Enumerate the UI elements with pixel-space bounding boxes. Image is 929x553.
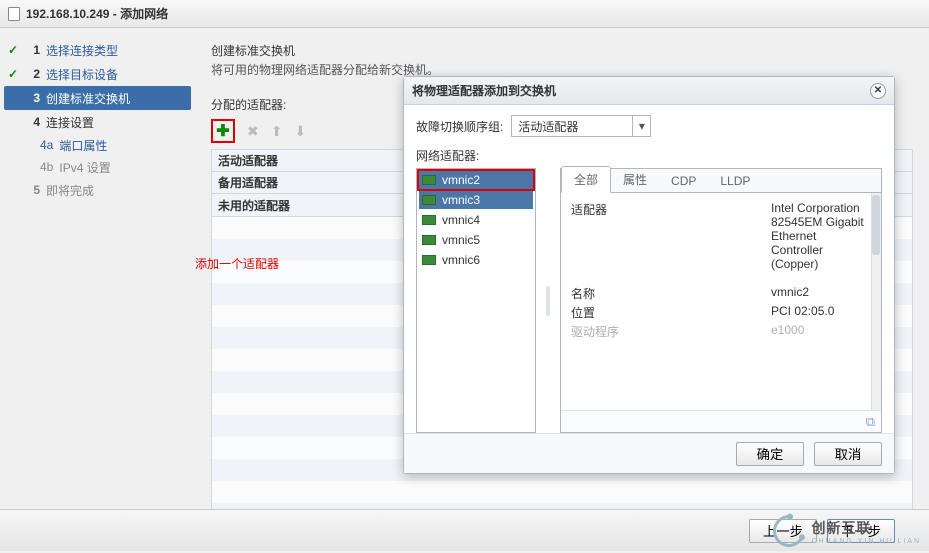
chevron-down-icon: ▾ xyxy=(632,116,650,136)
dialog-header[interactable]: 将物理适配器添加到交换机 ✕ xyxy=(404,77,894,105)
brand-text-block: 创新互联 CHUANG XIN HU LIAN xyxy=(811,518,921,545)
details-toolbar: ⧉ xyxy=(561,410,881,432)
substep-num: 4b xyxy=(40,160,53,174)
detail-tabs: 全部 属性 CDP LLDP xyxy=(561,169,881,193)
wizard-steps: ✓ 1 选择连接类型 ✓ 2 选择目标设备 3 创建标准交换机 4 连接设置 4… xyxy=(0,28,195,509)
net-adapters-label: 网络适配器: xyxy=(416,147,882,164)
nic-label: vmnic2 xyxy=(442,173,480,187)
failover-select[interactable]: 活动适配器 ▾ xyxy=(511,115,651,137)
step-num: 4 xyxy=(26,115,40,129)
detail-location: 位置 PCI 02:05.0 xyxy=(571,304,871,321)
step-label: 选择连接类型 xyxy=(46,42,118,59)
substep-label: IPv4 设置 xyxy=(59,159,110,176)
tab-properties[interactable]: 属性 xyxy=(611,167,659,192)
nic-details-panel: 全部 属性 CDP LLDP 适配器 Intel Corporation 825… xyxy=(560,168,882,433)
detail-key: 名称 xyxy=(571,285,771,302)
nic-icon xyxy=(422,175,436,185)
dialog-title: 将物理适配器添加到交换机 xyxy=(412,82,556,99)
brand-sub: CHUANG XIN HU LIAN xyxy=(811,538,921,545)
close-icon[interactable]: ✕ xyxy=(870,83,886,99)
add-adapter-dialog: 将物理适配器添加到交换机 ✕ 故障切换顺序组: 活动适配器 ▾ 网络适配器: v… xyxy=(403,76,895,474)
nic-label: vmnic5 xyxy=(442,233,480,247)
annotation-text: 添加一个适配器 xyxy=(195,255,279,272)
detail-key: 位置 xyxy=(571,304,771,321)
nic-icon xyxy=(422,255,436,265)
brand-name: 创新互联 xyxy=(811,518,921,538)
step-1[interactable]: ✓ 1 选择连接类型 xyxy=(0,38,195,62)
detail-val: Intel Corporation 82545EM Gigabit Ethern… xyxy=(771,201,871,271)
move-up-icon[interactable]: ⬆ xyxy=(271,123,283,140)
nic-label: vmnic3 xyxy=(442,193,480,207)
tab-cdp[interactable]: CDP xyxy=(659,170,708,192)
ok-button[interactable]: 确定 xyxy=(736,442,804,466)
device-icon xyxy=(8,7,20,21)
dialog-body: 故障切换顺序组: 活动适配器 ▾ 网络适配器: vmnic2 vmnic3 vm… xyxy=(404,105,894,433)
step-4a[interactable]: 4a 端口属性 xyxy=(0,134,195,156)
panel-splitter[interactable] xyxy=(546,168,550,433)
nic-row-vmnic2[interactable]: vmnic2 xyxy=(419,171,533,189)
step-4: 4 连接设置 xyxy=(0,110,195,134)
failover-label: 故障切换顺序组: xyxy=(416,118,503,135)
tab-all[interactable]: 全部 xyxy=(561,166,611,193)
failover-row: 故障切换顺序组: 活动适配器 ▾ xyxy=(416,115,882,137)
nic-label: vmnic6 xyxy=(442,253,480,267)
move-down-icon[interactable]: ⬇ xyxy=(294,123,306,140)
copy-icon[interactable]: ⧉ xyxy=(866,414,875,430)
nic-row-vmnic6[interactable]: vmnic6 xyxy=(419,251,533,269)
step-num: 5 xyxy=(26,183,40,197)
wizard-header: 192.168.10.249 - 添加网络 xyxy=(0,0,929,28)
step-3-active[interactable]: 3 创建标准交换机 xyxy=(4,86,191,110)
detail-adapter: 适配器 Intel Corporation 82545EM Gigabit Et… xyxy=(571,201,871,271)
step-num: 3 xyxy=(26,91,40,105)
step-2[interactable]: ✓ 2 选择目标设备 xyxy=(0,62,195,86)
check-icon: ✓ xyxy=(6,43,20,57)
detail-val: vmnic2 xyxy=(771,285,871,302)
tab-lldp[interactable]: LLDP xyxy=(708,170,762,192)
step-num: 2 xyxy=(26,67,40,81)
details-scroll: 适配器 Intel Corporation 82545EM Gigabit Et… xyxy=(561,193,881,410)
plus-icon[interactable]: ✚ xyxy=(216,121,229,141)
substep-num: 4a xyxy=(40,138,53,152)
detail-name: 名称 vmnic2 xyxy=(571,285,871,302)
dialog-footer: 确定 取消 xyxy=(404,433,894,473)
nic-row-vmnic5[interactable]: vmnic5 xyxy=(419,231,533,249)
detail-key: 驱动程序 xyxy=(571,323,771,340)
failover-value: 活动适配器 xyxy=(512,118,632,135)
splitter-handle xyxy=(546,286,550,316)
detail-val: e1000 xyxy=(771,323,871,340)
detail-driver: 驱动程序 e1000 xyxy=(571,323,871,340)
nic-row-vmnic3[interactable]: vmnic3 xyxy=(419,191,533,209)
dialog-panels: vmnic2 vmnic3 vmnic4 vmnic5 vmnic6 xyxy=(416,168,882,433)
scroll-thumb[interactable] xyxy=(872,195,880,255)
substep-label: 端口属性 xyxy=(59,137,107,154)
detail-val: PCI 02:05.0 xyxy=(771,304,871,321)
nic-label: vmnic4 xyxy=(442,213,480,227)
window-title: 192.168.10.249 - 添加网络 xyxy=(26,5,168,22)
remove-icon[interactable]: ✖ xyxy=(247,123,259,140)
details-scrollbar[interactable] xyxy=(871,193,881,410)
check-icon: ✓ xyxy=(6,67,20,81)
cancel-button[interactable]: 取消 xyxy=(814,442,882,466)
nic-list: vmnic2 vmnic3 vmnic4 vmnic5 vmnic6 xyxy=(416,168,536,433)
add-adapter-highlight: ✚ xyxy=(211,119,235,143)
nic-icon xyxy=(422,235,436,245)
step-label: 创建标准交换机 xyxy=(46,90,130,107)
detail-key: 适配器 xyxy=(571,201,771,271)
step-label: 选择目标设备 xyxy=(46,66,118,83)
step-5: 5 即将完成 xyxy=(0,178,195,202)
step-label: 连接设置 xyxy=(46,114,94,131)
brand-logo-icon xyxy=(768,509,812,553)
nic-row-vmnic4[interactable]: vmnic4 xyxy=(419,211,533,229)
brand-watermark: 创新互联 CHUANG XIN HU LIAN xyxy=(773,515,921,547)
nic-icon xyxy=(422,215,436,225)
main-title: 创建标准交换机 xyxy=(211,42,913,59)
step-4b: 4b IPv4 设置 xyxy=(0,156,195,178)
step-label: 即将完成 xyxy=(46,182,94,199)
details-inner: 适配器 Intel Corporation 82545EM Gigabit Et… xyxy=(561,193,881,350)
step-num: 1 xyxy=(26,43,40,57)
nic-icon xyxy=(422,195,436,205)
